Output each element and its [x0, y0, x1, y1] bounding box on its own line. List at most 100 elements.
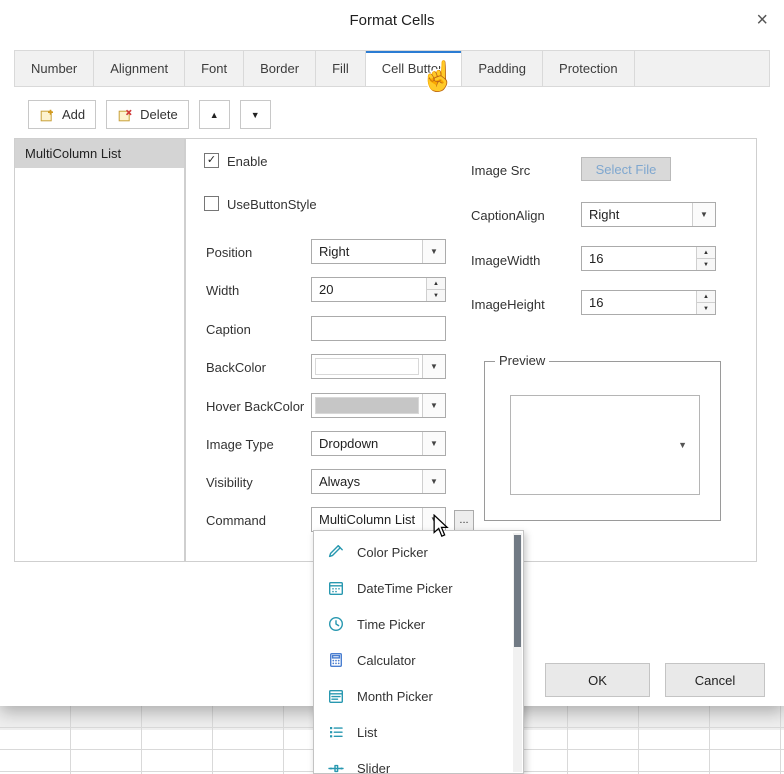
back-color-label: BackColor	[206, 360, 266, 375]
position-label: Position	[206, 245, 252, 260]
calculator-icon	[327, 651, 345, 669]
image-type-combobox[interactable]: Dropdown ▼	[311, 431, 446, 456]
command-more-button[interactable]: ...	[454, 510, 474, 531]
list-icon	[327, 723, 345, 741]
menu-scrollbar[interactable]	[513, 533, 522, 772]
menu-item-calculator[interactable]: Calculator	[314, 642, 523, 678]
command-combobox[interactable]: MultiColumn List ▼	[311, 507, 446, 532]
caption-align-label: CaptionAlign	[471, 208, 545, 223]
image-width-value: 16	[582, 247, 696, 270]
menu-item-label: Calculator	[357, 653, 416, 668]
width-stepper[interactable]: 20 ▲ ▼	[311, 277, 446, 302]
width-spin-buttons: ▲ ▼	[426, 278, 445, 301]
image-width-label: ImageWidth	[471, 253, 540, 268]
move-down-icon: ▼	[251, 110, 260, 120]
chevron-down-icon: ▼	[678, 440, 687, 450]
back-color-swatch	[315, 358, 419, 375]
spin-down-icon[interactable]: ▼	[427, 290, 445, 301]
add-icon	[39, 107, 55, 123]
chevron-down-icon[interactable]: ▼	[422, 432, 445, 455]
chevron-down-icon[interactable]: ▼	[692, 203, 715, 226]
add-button[interactable]: Add	[28, 100, 96, 129]
move-up-icon: ▲	[210, 110, 219, 120]
image-width-spin-buttons: ▲ ▼	[696, 247, 715, 270]
width-value: 20	[312, 278, 426, 301]
command-menu-items: Color Picker DateTime Picker Time Picker	[314, 531, 523, 774]
command-label: Command	[206, 513, 266, 528]
image-height-stepper[interactable]: 16 ▲ ▼	[581, 290, 716, 315]
toolbar: Add Delete ▲ ▼	[28, 100, 271, 129]
tab-protection[interactable]: Protection	[543, 51, 635, 86]
enable-checkbox[interactable]: ✓	[204, 153, 219, 168]
image-src-label: Image Src	[471, 163, 530, 178]
tab-font[interactable]: Font	[185, 51, 244, 86]
tab-fill[interactable]: Fill	[316, 51, 366, 86]
hand-cursor: ☝	[420, 60, 456, 94]
chevron-down-icon[interactable]: ▼	[422, 394, 445, 417]
use-button-style-label: UseButtonStyle	[227, 197, 317, 212]
menu-item-slider[interactable]: Slider	[314, 750, 523, 774]
command-value: MultiColumn List	[312, 508, 422, 531]
close-icon[interactable]: ×	[756, 10, 768, 30]
delete-button-label: Delete	[140, 107, 178, 122]
add-button-label: Add	[62, 107, 85, 122]
hover-back-color-label: Hover BackColor	[206, 399, 304, 414]
caption-input[interactable]	[311, 316, 446, 341]
menu-item-label: Slider	[357, 761, 390, 774]
image-width-stepper[interactable]: 16 ▲ ▼	[581, 246, 716, 271]
image-height-spin-buttons: ▲ ▼	[696, 291, 715, 314]
month-picker-icon	[327, 687, 345, 705]
preview-cell-button: ▼	[510, 395, 700, 495]
select-file-button[interactable]: Select File	[581, 157, 671, 181]
chevron-down-icon[interactable]: ▼	[422, 240, 445, 263]
hover-back-color-combobox[interactable]: ▼	[311, 393, 446, 418]
preview-label: Preview	[495, 353, 549, 368]
command-dropdown-menu: Color Picker DateTime Picker Time Picker	[313, 530, 524, 774]
position-combobox[interactable]: Right ▼	[311, 239, 446, 264]
spin-up-icon[interactable]: ▲	[697, 247, 715, 259]
hover-back-color-swatch	[315, 397, 419, 414]
tab-alignment[interactable]: Alignment	[94, 51, 185, 86]
datetime-picker-icon	[327, 579, 345, 597]
spin-up-icon[interactable]: ▲	[427, 278, 445, 290]
menu-item-label: List	[357, 725, 377, 740]
menu-item-color-picker[interactable]: Color Picker	[314, 534, 523, 570]
caption-value	[312, 317, 445, 340]
form-panel: ✓ Enable UseButtonStyle Position Right ▼…	[185, 138, 757, 562]
cancel-button[interactable]: Cancel	[665, 663, 765, 697]
check-icon: ✓	[207, 155, 216, 166]
use-button-style-checkbox[interactable]	[204, 196, 219, 211]
screen: Format Cells × Number Alignment Font Bor…	[0, 0, 784, 774]
image-type-label: Image Type	[206, 437, 274, 452]
image-height-label: ImageHeight	[471, 297, 545, 312]
menu-item-time-picker[interactable]: Time Picker	[314, 606, 523, 642]
spin-down-icon[interactable]: ▼	[697, 303, 715, 314]
spin-down-icon[interactable]: ▼	[697, 259, 715, 270]
move-up-button[interactable]: ▲	[199, 100, 230, 129]
move-down-button[interactable]: ▼	[240, 100, 271, 129]
menu-item-label: Time Picker	[357, 617, 425, 632]
tab-number[interactable]: Number	[15, 51, 94, 86]
visibility-value: Always	[312, 470, 422, 493]
preview-groupbox: Preview ▼	[484, 361, 721, 521]
menu-item-label: DateTime Picker	[357, 581, 453, 596]
menu-item-month-picker[interactable]: Month Picker	[314, 678, 523, 714]
visibility-label: Visibility	[206, 475, 253, 490]
tab-border[interactable]: Border	[244, 51, 316, 86]
chevron-down-icon[interactable]: ▼	[422, 470, 445, 493]
menu-item-label: Color Picker	[357, 545, 428, 560]
menu-scrollbar-thumb[interactable]	[514, 535, 521, 647]
spin-up-icon[interactable]: ▲	[697, 291, 715, 303]
delete-button[interactable]: Delete	[106, 100, 189, 129]
caption-align-combobox[interactable]: Right ▼	[581, 202, 716, 227]
menu-item-list[interactable]: List	[314, 714, 523, 750]
tab-strip: Number Alignment Font Border Fill Cell B…	[14, 50, 770, 87]
chevron-down-icon[interactable]: ▼	[422, 355, 445, 378]
menu-item-datetime-picker[interactable]: DateTime Picker	[314, 570, 523, 606]
list-item-multicolumn-list[interactable]: MultiColumn List	[15, 139, 184, 168]
back-color-combobox[interactable]: ▼	[311, 354, 446, 379]
tab-padding[interactable]: Padding	[462, 51, 543, 86]
time-picker-icon	[327, 615, 345, 633]
visibility-combobox[interactable]: Always ▼	[311, 469, 446, 494]
ok-button[interactable]: OK	[545, 663, 650, 697]
